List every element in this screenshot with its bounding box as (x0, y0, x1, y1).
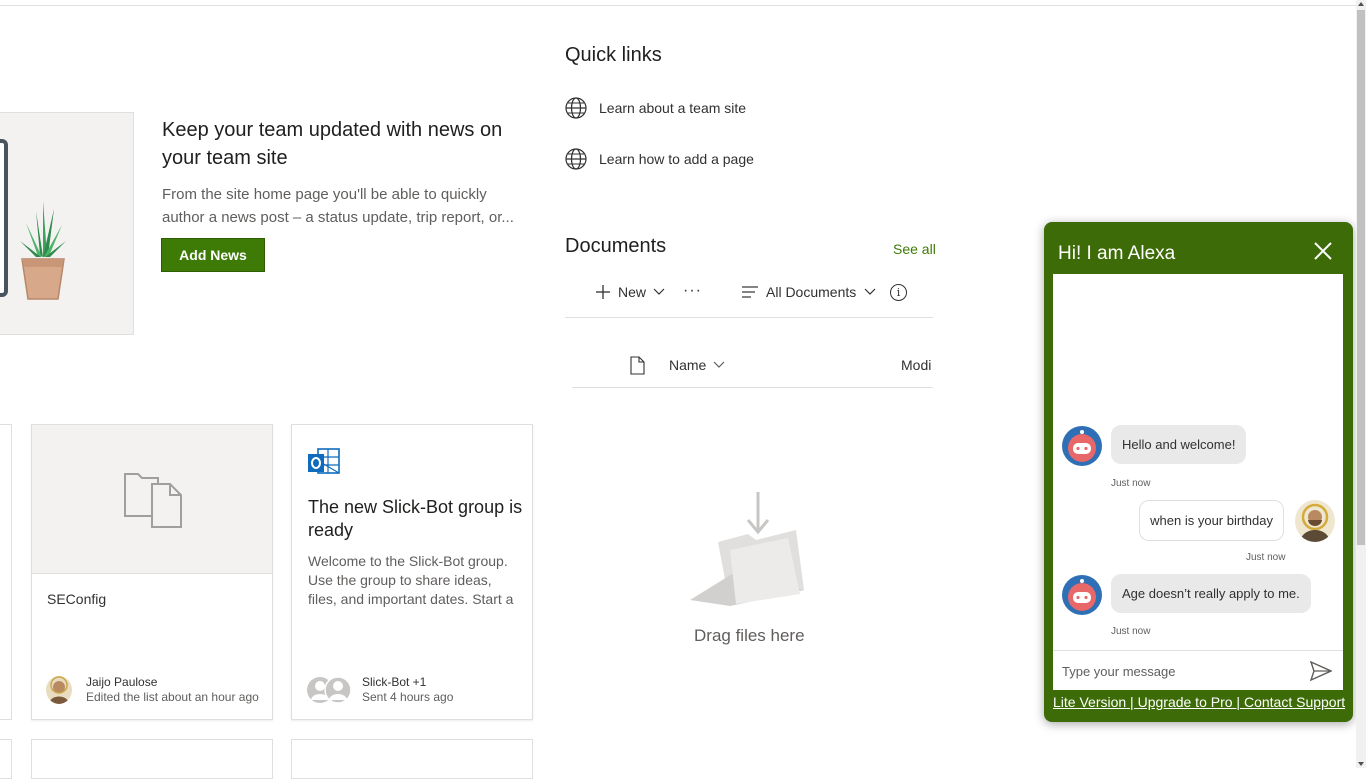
message-timestamp: Just now (1246, 552, 1286, 563)
card-author-name: Jaijo Paulose (86, 675, 158, 689)
quick-link-label[interactable]: Learn how to add a page (599, 151, 754, 167)
activity-card-group[interactable]: The new Slick-Bot group is ready Welcome… (291, 424, 533, 720)
avatar (46, 676, 72, 704)
bot-avatar-icon (1062, 426, 1102, 466)
close-icon[interactable] (1312, 240, 1334, 262)
footer-separator: | (1232, 694, 1244, 710)
file-type-icon (630, 356, 645, 375)
plus-icon (596, 285, 610, 299)
card-activity-text: Sent 4 hours ago (362, 690, 454, 704)
news-title: Keep your team updated with news on your… (162, 119, 503, 169)
quick-links-title: Quick links (565, 44, 662, 66)
card-partial[interactable] (0, 424, 12, 720)
card-thumbnail (32, 425, 272, 574)
card-partial[interactable] (31, 739, 273, 779)
chatbot-window: Hi! I am Alexa Hello and welcome! Just n… (1044, 222, 1353, 722)
card-activity: Slick-Bot +1 Sent 4 hours ago (306, 675, 453, 705)
bot-avatar-icon (1062, 575, 1102, 615)
chevron-down-icon (653, 288, 665, 295)
send-icon[interactable] (1310, 661, 1332, 681)
info-icon[interactable]: i (890, 284, 907, 301)
card-title: The new Slick-Bot group is ready (308, 497, 523, 540)
group-avatar-icon (307, 676, 352, 704)
outlook-icon (308, 448, 340, 474)
bot-message: Age doesn’t really apply to me. (1111, 574, 1311, 613)
list-view-icon (742, 286, 758, 298)
message-timestamp: Just now (1111, 478, 1151, 489)
card-description: Welcome to the Slick-Bot group. Use the … (308, 553, 514, 607)
name-column-header[interactable]: Name (669, 357, 725, 373)
page-scrollbar[interactable] (1356, 0, 1366, 768)
message-timestamp: Just now (1111, 626, 1151, 637)
user-message: when is your birthday (1139, 500, 1284, 541)
top-divider (0, 5, 1356, 6)
globe-icon (565, 97, 587, 119)
chat-messages[interactable]: Hello and welcome! Just now when is your… (1053, 274, 1343, 650)
scrollbar-thumb[interactable] (1357, 10, 1365, 545)
tablet-illustration (0, 139, 8, 297)
card-author-name: Slick-Bot +1 (362, 675, 427, 689)
view-selector-label: All Documents (766, 284, 857, 300)
quick-link-label[interactable]: Learn about a team site (599, 100, 746, 116)
news-description: From the site home page you'll be able t… (162, 186, 514, 226)
footer-separator: | (1126, 694, 1138, 710)
globe-icon (565, 148, 587, 170)
chat-footer: Lite Version | Upgrade to Pro | Contact … (1053, 694, 1345, 710)
chevron-down-icon (864, 288, 876, 295)
drop-files-icon (690, 492, 804, 606)
card-title: SEConfig (47, 591, 107, 607)
card-partial[interactable] (0, 739, 12, 779)
card-activity: Jaijo Paulose Edited the list about an h… (46, 675, 259, 705)
user-avatar (1295, 500, 1335, 542)
documents-column-header: Name Modi (572, 344, 933, 388)
bot-message: Hello and welcome! (1111, 425, 1247, 464)
documents-title: Documents (565, 235, 667, 257)
drag-files-text: Drag files here (694, 626, 805, 645)
name-column-label: Name (669, 357, 707, 373)
upgrade-link[interactable]: Upgrade to Pro (1138, 694, 1233, 710)
new-button[interactable]: New (595, 284, 665, 300)
more-options-button[interactable]: ··· (683, 282, 702, 300)
chat-title: Hi! I am Alexa (1058, 243, 1176, 264)
chevron-down-icon (713, 361, 725, 368)
scroll-down-icon[interactable] (1358, 762, 1364, 766)
news-hero-image (0, 112, 134, 335)
card-partial[interactable] (291, 739, 533, 779)
contact-support-link[interactable]: Contact Support (1244, 694, 1345, 710)
scroll-up-icon[interactable] (1358, 2, 1364, 6)
view-selector[interactable]: All Documents (742, 284, 876, 300)
new-button-label: New (618, 284, 647, 300)
card-activity-text: Edited the list about an hour ago (86, 690, 259, 704)
quick-link-add-page[interactable]: Learn how to add a page (565, 148, 754, 170)
chat-input-bar (1053, 650, 1343, 690)
lite-version-link[interactable]: Lite Version (1053, 694, 1126, 710)
add-news-button[interactable]: Add News (161, 238, 265, 272)
plant-icon (20, 201, 66, 257)
modified-column-header[interactable]: Modi (901, 357, 931, 373)
chat-message-input[interactable] (1062, 659, 1302, 683)
quick-link-team-site[interactable]: Learn about a team site (565, 97, 746, 119)
activity-card-seconfig[interactable]: SEConfig Jaijo Paulose Edited the list a… (31, 424, 273, 720)
see-all-link[interactable]: See all (893, 241, 936, 257)
documents-toolbar: New ··· All Documents i (565, 278, 933, 318)
pot-icon (21, 258, 65, 300)
list-icon (124, 473, 182, 528)
